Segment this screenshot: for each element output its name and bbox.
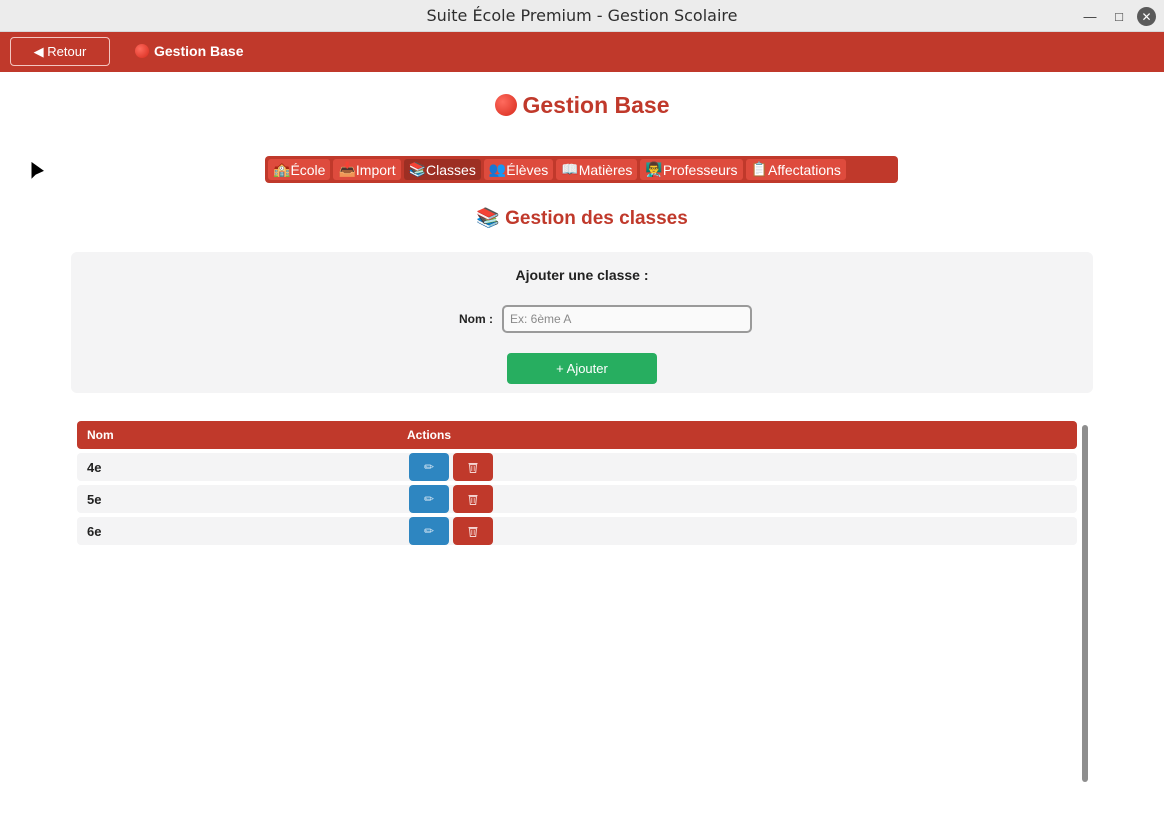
red-circle-icon: [135, 44, 149, 58]
table-header: Nom Actions: [77, 421, 1077, 449]
table-row: 5e ✏: [77, 485, 1077, 513]
pencil-icon: ✏: [423, 460, 435, 474]
table-row: 4e ✏: [77, 453, 1077, 481]
people-icon: 👥: [488, 161, 507, 177]
books-icon: 📚: [408, 161, 427, 177]
class-name-input[interactable]: [502, 305, 752, 333]
tab-label: Élèves: [506, 161, 549, 178]
trash-icon: [468, 526, 478, 537]
section-title-text: Gestion des classes: [505, 208, 688, 229]
add-class-button[interactable]: + Ajouter: [507, 353, 657, 384]
pencil-icon: ✏: [423, 524, 435, 538]
inbox-icon: 📥: [338, 161, 356, 177]
tab-label: École: [290, 161, 326, 178]
page-title: Gestion Base: [0, 92, 1164, 119]
add-class-panel: Ajouter une classe : Nom : + Ajouter: [71, 252, 1093, 393]
tab-import[interactable]: 📥 Import: [333, 159, 401, 180]
class-name-cell: 6e: [87, 524, 102, 539]
classes-table: Nom Actions 4e ✏ 5e ✏ 6e ✏: [77, 421, 1077, 545]
form-heading: Ajouter une classe :: [515, 267, 649, 283]
scrollbar[interactable]: [1082, 425, 1088, 782]
delete-button[interactable]: [453, 485, 493, 513]
tab-label: Matières: [578, 161, 633, 178]
window-title: Suite École Premium - Gestion Scolaire: [426, 6, 738, 25]
edit-button[interactable]: ✏: [409, 453, 449, 481]
window-titlebar: Suite École Premium - Gestion Scolaire —…: [0, 0, 1164, 32]
tab-eleves[interactable]: 👥 Élèves: [483, 159, 554, 180]
mouse-pointer-icon: [30, 160, 46, 182]
tab-label: Import: [355, 161, 396, 178]
topbar-title-text: Gestion Base: [154, 43, 244, 59]
table-row: 6e ✏: [77, 517, 1077, 545]
topbar-title: Gestion Base: [135, 43, 243, 59]
class-name-cell: 4e: [87, 460, 102, 475]
class-name-cell: 5e: [87, 492, 102, 507]
page-title-text: Gestion Base: [522, 92, 670, 118]
tab-professeurs[interactable]: 👨‍🏫 Professeurs: [640, 159, 743, 180]
tab-ecole[interactable]: 🏫 École: [268, 159, 331, 180]
back-button[interactable]: ◀ Retour: [10, 37, 110, 66]
column-header-actions: Actions: [407, 428, 452, 442]
close-icon[interactable]: ✕: [1137, 7, 1156, 26]
pencil-icon: ✏: [423, 492, 435, 506]
section-title: 📚 Gestion des classes: [0, 206, 1164, 230]
tab-label: Classes: [426, 161, 476, 178]
open-book-icon: 📖: [561, 161, 579, 177]
tab-matieres[interactable]: 📖 Matières: [556, 159, 638, 180]
edit-button[interactable]: ✏: [409, 517, 449, 545]
delete-button[interactable]: [453, 517, 493, 545]
trash-icon: [468, 494, 478, 505]
clipboard-icon: 📋: [750, 161, 768, 177]
tab-affectations[interactable]: 📋 Affectations: [745, 159, 846, 180]
name-label: Nom :: [459, 312, 493, 326]
minimize-icon[interactable]: —: [1080, 6, 1100, 26]
delete-button[interactable]: [453, 453, 493, 481]
tab-label: Professeurs: [662, 161, 738, 178]
maximize-icon[interactable]: □: [1109, 6, 1129, 26]
books-icon: 📚: [476, 208, 500, 229]
tab-label: Affectations: [768, 161, 841, 178]
top-bar: ◀ Retour Gestion Base: [0, 32, 1164, 72]
tab-classes[interactable]: 📚 Classes: [403, 159, 481, 180]
column-header-name: Nom: [87, 428, 114, 442]
teacher-icon: 👨‍🏫: [645, 161, 663, 177]
school-icon: 🏫: [273, 161, 291, 177]
red-circle-icon: [494, 94, 517, 116]
trash-icon: [468, 462, 478, 473]
tab-bar: 🏫 École 📥 Import 📚 Classes 👥 Élèves 📖 Matière…: [265, 156, 898, 183]
edit-button[interactable]: ✏: [409, 485, 449, 513]
